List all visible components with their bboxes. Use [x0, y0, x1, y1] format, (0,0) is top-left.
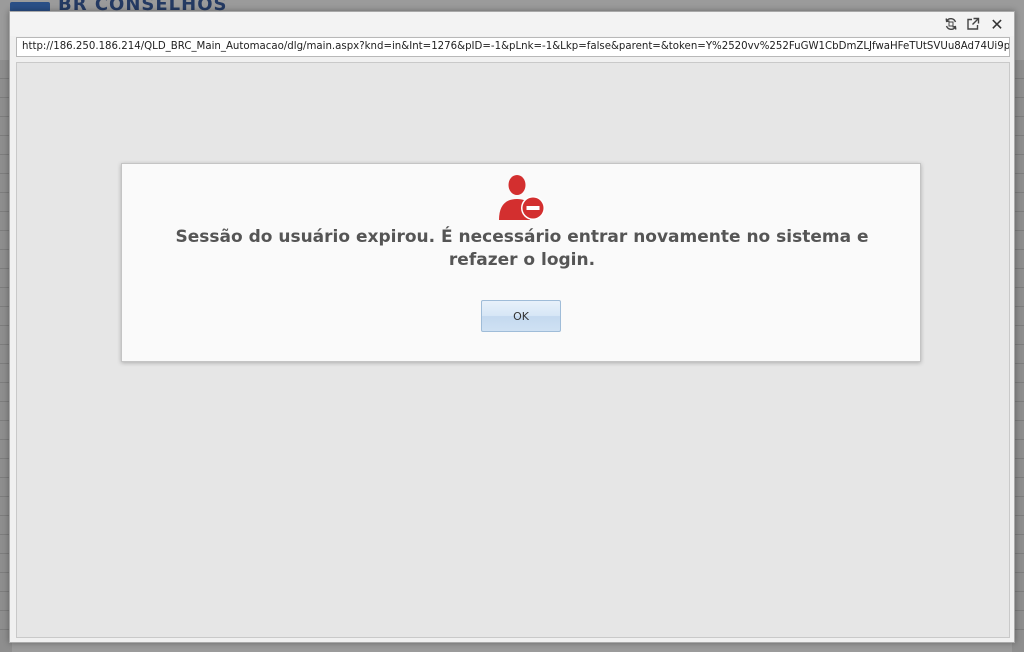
- session-expired-dialog: Sessão do usuário expirou. É necessário …: [121, 163, 921, 362]
- modal-window: ✕ http://186.250.186.214/QLD_BRC_Main_Au…: [9, 11, 1015, 643]
- session-expired-message: Sessão do usuário expirou. É necessário …: [175, 227, 869, 270]
- url-field[interactable]: http://186.250.186.214/QLD_BRC_Main_Auto…: [16, 37, 1010, 57]
- ok-button[interactable]: OK: [481, 300, 561, 332]
- modal-titlebar: ✕: [10, 12, 1014, 36]
- user-blocked-icon: [495, 174, 547, 222]
- close-icon[interactable]: ✕: [988, 15, 1006, 34]
- refresh-icon[interactable]: [942, 15, 960, 33]
- popout-icon[interactable]: [964, 15, 982, 33]
- content-frame: Sessão do usuário expirou. É necessário …: [16, 62, 1010, 638]
